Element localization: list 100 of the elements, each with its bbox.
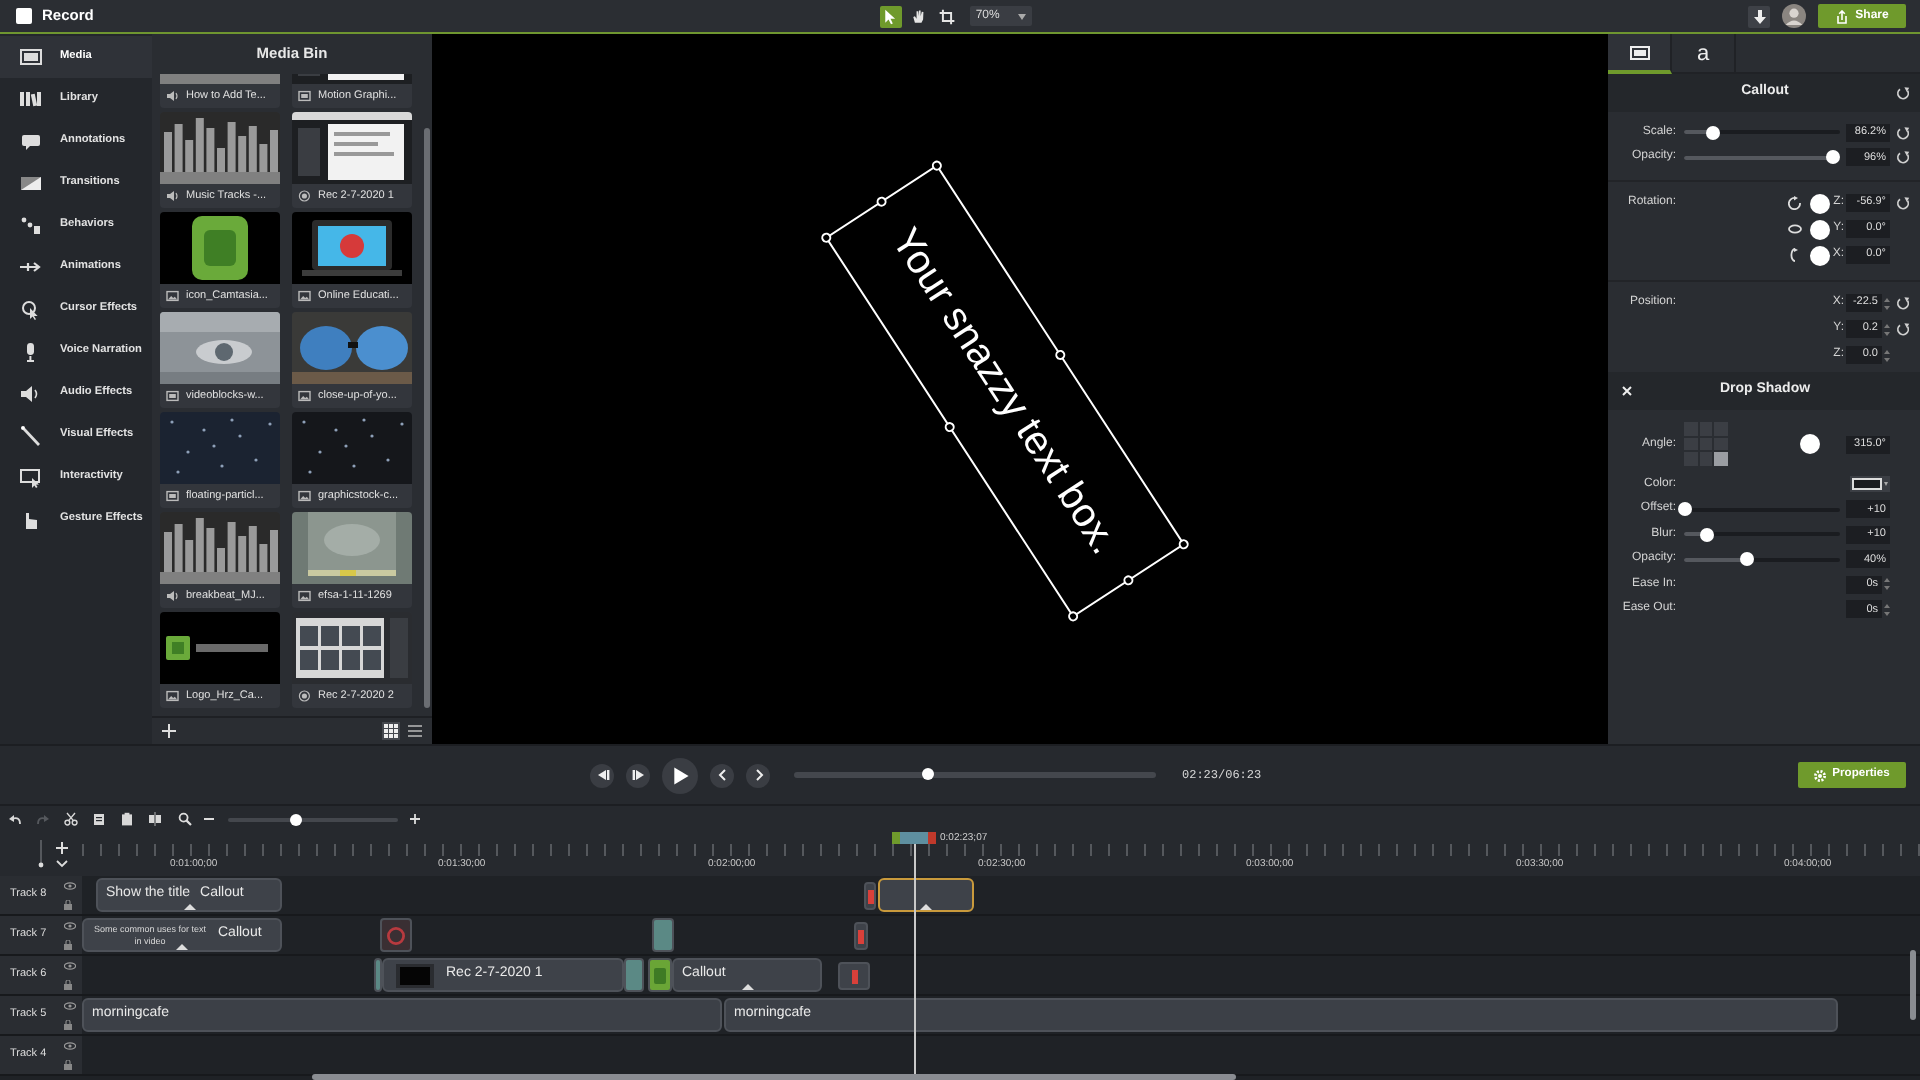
lock-icon[interactable] <box>64 1059 72 1069</box>
callout-icon <box>20 131 42 151</box>
split-button[interactable] <box>146 811 162 827</box>
color-swatch[interactable] <box>1850 476 1890 493</box>
scrollbar-thumb[interactable] <box>423 128 429 708</box>
transition-clip[interactable] <box>652 918 674 952</box>
slider-thumb[interactable] <box>1677 502 1691 517</box>
speaker-icon <box>166 590 180 602</box>
image-icon <box>298 390 312 402</box>
undo-icon <box>7 812 21 826</box>
slider-thumb[interactable] <box>1739 552 1754 567</box>
zoom-in-button[interactable] <box>410 813 422 825</box>
image-clip[interactable] <box>380 918 412 952</box>
pointer-tool-button[interactable] <box>879 5 902 27</box>
logo-clip[interactable] <box>648 958 672 992</box>
hand-icon <box>20 509 42 529</box>
lock-icon[interactable] <box>64 1019 72 1029</box>
previous-frame-button[interactable] <box>590 763 614 787</box>
screen-icon <box>396 963 434 987</box>
resize-handle[interactable] <box>819 230 834 245</box>
chevron-right-icon <box>751 768 765 782</box>
resize-handle[interactable] <box>1121 573 1136 588</box>
angle-cell[interactable] <box>1699 437 1713 451</box>
grid-icon <box>384 724 398 738</box>
next-frame-button[interactable] <box>626 763 650 787</box>
search-icon[interactable] <box>178 812 192 826</box>
scrollbar-thumb[interactable] <box>312 1074 1236 1080</box>
playhead-handle[interactable] <box>892 832 936 844</box>
lock-icon[interactable] <box>64 899 72 909</box>
lock-icon[interactable] <box>64 939 72 949</box>
arrow-icon <box>20 257 42 277</box>
film-icon <box>20 47 42 67</box>
scrubber-thumb[interactable] <box>921 768 934 780</box>
film-icon <box>1629 45 1649 59</box>
screen-cursor-icon <box>20 467 42 487</box>
eye-icon[interactable] <box>64 921 76 929</box>
plus-icon[interactable] <box>56 841 68 853</box>
avatar-icon[interactable] <box>1782 4 1806 28</box>
hand-icon <box>909 7 928 25</box>
resize-handle[interactable] <box>1176 537 1191 552</box>
reset-button[interactable] <box>1896 86 1910 100</box>
angle-cell[interactable] <box>1714 437 1728 451</box>
speaker-icon <box>166 190 180 202</box>
close-button[interactable] <box>1620 384 1634 398</box>
copy-button[interactable] <box>90 811 106 827</box>
eye-icon[interactable] <box>64 1001 76 1009</box>
step-back-icon <box>595 768 609 782</box>
next-marker-button[interactable] <box>746 763 770 787</box>
previous-marker-button[interactable] <box>710 763 734 787</box>
resize-handle[interactable] <box>929 158 944 173</box>
slider-thumb[interactable] <box>1826 150 1841 165</box>
list-view-button[interactable] <box>406 722 424 740</box>
resize-handle[interactable] <box>1053 348 1068 362</box>
speaker-icon <box>166 90 180 102</box>
reset-icon <box>1896 196 1910 210</box>
eye-icon[interactable] <box>64 961 76 969</box>
grid-view-button[interactable] <box>382 722 400 740</box>
paste-button[interactable] <box>118 811 134 827</box>
resize-handle[interactable] <box>1066 609 1081 624</box>
zoom-slider-thumb[interactable] <box>290 813 302 825</box>
scrollbar-thumb[interactable] <box>1910 950 1916 1020</box>
angle-cell[interactable] <box>1699 452 1713 466</box>
zoom-out-button[interactable] <box>204 813 216 825</box>
slider-thumb[interactable] <box>1705 125 1720 140</box>
anchor-icon <box>183 904 195 910</box>
caret-down-icon[interactable] <box>56 859 68 867</box>
undo-button[interactable] <box>6 811 22 827</box>
anchor-icon <box>176 944 188 950</box>
crop-tool-button[interactable] <box>935 5 958 27</box>
marker-clip[interactable] <box>864 882 876 910</box>
plus-icon <box>161 724 175 738</box>
image-icon <box>298 590 312 602</box>
angle-dial[interactable] <box>1800 434 1820 454</box>
volume-slider-icon[interactable] <box>38 840 44 868</box>
square-icon <box>16 8 32 24</box>
step-forward-icon <box>631 768 645 782</box>
close-icon <box>1622 386 1632 396</box>
callout-clip[interactable] <box>878 878 974 912</box>
resize-handle[interactable] <box>874 194 889 209</box>
list-icon <box>408 724 422 738</box>
marker-clip[interactable] <box>838 962 870 990</box>
resize-handle[interactable] <box>942 420 957 434</box>
reset-icon <box>1896 86 1910 100</box>
pointer-icon <box>881 7 900 25</box>
settings-icon <box>1814 769 1827 781</box>
marker-clip[interactable] <box>854 922 868 950</box>
film-icon <box>166 490 180 502</box>
cut-button[interactable] <box>62 811 78 827</box>
transition-clip[interactable] <box>624 958 644 992</box>
stepper-icon[interactable] <box>1884 347 1890 363</box>
slider-thumb[interactable] <box>1700 527 1715 542</box>
add-button[interactable] <box>160 723 176 739</box>
play-button[interactable] <box>662 757 698 793</box>
download-button[interactable] <box>1748 5 1770 27</box>
eye-icon[interactable] <box>64 1041 76 1049</box>
lock-icon[interactable] <box>64 979 72 989</box>
properties-tab[interactable] <box>1608 34 1672 74</box>
eye-icon[interactable] <box>64 881 76 889</box>
copy-icon <box>91 812 105 826</box>
angle-cell[interactable] <box>1714 452 1728 466</box>
